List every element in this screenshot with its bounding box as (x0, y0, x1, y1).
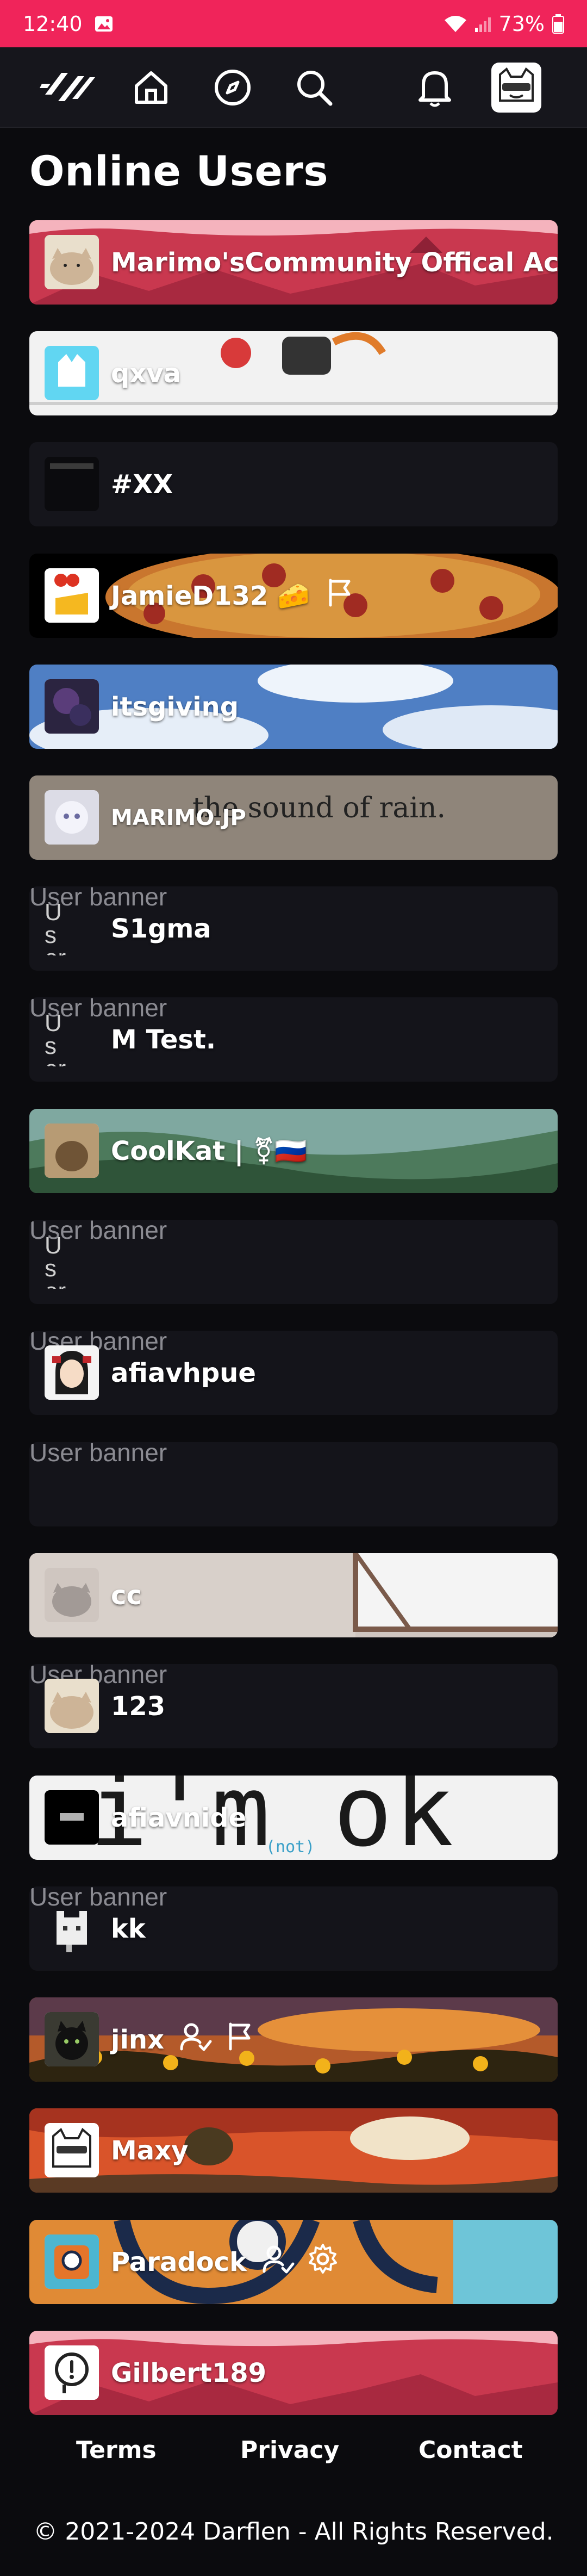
status-time: 12:40 (23, 11, 83, 36)
username: cc (111, 1580, 142, 1611)
banner-subtext: (not) (266, 1838, 315, 1857)
username-text: JamieD132 🧀 (111, 581, 310, 611)
signal-icon (474, 16, 491, 32)
username: M Test. (111, 1024, 216, 1055)
user-banner (29, 665, 558, 749)
user-avatar (45, 568, 99, 623)
wifi-icon (444, 15, 467, 33)
status-bar: 12:40 73% (0, 0, 587, 47)
username: CoolKat | ⚧🇷🇺 (111, 1136, 308, 1166)
username: Maxy (111, 2135, 189, 2166)
user-card[interactable]: User banner afiavhpue (29, 1331, 558, 1415)
username: #XX (111, 469, 173, 500)
user-banner (29, 2331, 558, 2415)
user-avatar (45, 235, 99, 289)
compass-icon[interactable] (207, 47, 259, 128)
user-card[interactable]: qxva (29, 331, 558, 415)
search-icon[interactable] (288, 47, 340, 128)
top-nav (0, 47, 587, 128)
user-banner (29, 2108, 558, 2193)
follow-user-icon[interactable] (178, 2021, 212, 2059)
username: JamieD132 🧀 (111, 554, 355, 638)
username: Paradock (111, 2220, 339, 2304)
user-avatar (45, 2234, 99, 2289)
user-avatar (45, 2345, 99, 2400)
username: qxva (111, 358, 181, 389)
username: jinx (111, 1997, 255, 2082)
user-card[interactable]: User banner (29, 1442, 558, 1526)
user-avatar (45, 2123, 99, 2177)
user-avatar (45, 2012, 99, 2066)
gear-icon[interactable] (307, 2243, 339, 2282)
user-avatar (45, 1901, 99, 1956)
user-banner (29, 331, 558, 415)
user-card[interactable]: cc (29, 1553, 558, 1637)
avatar-alt-text: User (45, 901, 66, 955)
user-avatar (45, 1345, 99, 1400)
username: S1gma (111, 913, 211, 944)
avatar-alt-text: User (45, 1234, 66, 1289)
user-card[interactable]: User banner User S1gma (29, 886, 558, 971)
flag-icon[interactable] (224, 2021, 255, 2059)
user-banner (29, 442, 558, 526)
terms-link[interactable]: Terms (76, 2436, 157, 2464)
user-avatar (45, 1679, 99, 1733)
user-avatar (45, 790, 99, 845)
user-card[interactable]: jinx (29, 1997, 558, 2082)
battery-icon (552, 14, 564, 34)
bell-icon[interactable] (409, 47, 461, 128)
username: kk (111, 1913, 146, 1944)
user-banner (29, 1553, 558, 1637)
user-card[interactable]: User banner User (29, 1220, 558, 1304)
user-avatar (45, 346, 99, 400)
privacy-link[interactable]: Privacy (240, 2436, 339, 2464)
darflen-logo-icon[interactable] (37, 47, 102, 128)
user-banner: the sound of rain. (29, 775, 558, 860)
footer-links: Terms Privacy Contact (0, 2436, 587, 2474)
follow-user-icon[interactable] (261, 2243, 295, 2281)
user-card[interactable]: User banner kk (29, 1886, 558, 1971)
user-avatar (45, 1568, 99, 1622)
user-card[interactable]: Maxy (29, 2108, 558, 2193)
username: itsgiving (111, 691, 239, 722)
user-card[interactable]: User banner User M Test. (29, 997, 558, 1082)
user-banner-broken: User banner (29, 1442, 167, 1467)
user-avatar-broken: User (45, 1234, 99, 1289)
contact-link[interactable]: Contact (419, 2436, 523, 2464)
user-avatar (45, 1790, 99, 1845)
user-card[interactable]: #XX (29, 442, 558, 526)
user-avatar-broken: User (45, 1012, 99, 1066)
profile-avatar-icon[interactable] (489, 47, 544, 128)
gallery-notification-icon (95, 16, 113, 32)
user-card[interactable]: Gilbert189 (29, 2331, 558, 2415)
user-card[interactable]: i'm ok (not) afiavnide (29, 1776, 558, 1860)
copyright: © 2021-2024 Darflen - All Rights Reserve… (33, 2518, 554, 2546)
user-card[interactable]: the sound of rain. MARIMO.JP (29, 775, 558, 860)
user-card[interactable]: Paradock (29, 2220, 558, 2304)
username-text: jinx (111, 2024, 165, 2055)
username: 123 (111, 1691, 166, 1722)
user-card[interactable]: JamieD132 🧀 (29, 554, 558, 638)
user-card[interactable]: CoolKat | ⚧🇷🇺 (29, 1109, 558, 1193)
user-avatar-broken: User (45, 901, 99, 955)
user-banner: i'm ok (not) (29, 1776, 558, 1860)
flag-icon[interactable] (324, 577, 355, 615)
username-text: Paradock (111, 2246, 247, 2277)
user-card[interactable]: User banner 123 (29, 1664, 558, 1748)
username: afiavnide (111, 1802, 247, 1833)
username: Marimo'sCommunity Offical Acc (111, 247, 558, 278)
home-icon[interactable] (125, 47, 177, 128)
avatar-alt-text: User (45, 1012, 66, 1066)
username: MARIMO.JP (111, 805, 246, 830)
user-avatar (45, 1123, 99, 1178)
user-banner (29, 1997, 558, 2082)
user-card[interactable]: Marimo'sCommunity Offical Acc (29, 220, 558, 305)
battery-text: 73% (498, 11, 545, 36)
user-avatar (45, 679, 99, 734)
page-title: Online Users (29, 147, 329, 195)
username: afiavhpue (111, 1357, 256, 1388)
user-avatar (45, 457, 99, 511)
user-card[interactable]: itsgiving (29, 665, 558, 749)
username: Gilbert189 (111, 2357, 267, 2388)
